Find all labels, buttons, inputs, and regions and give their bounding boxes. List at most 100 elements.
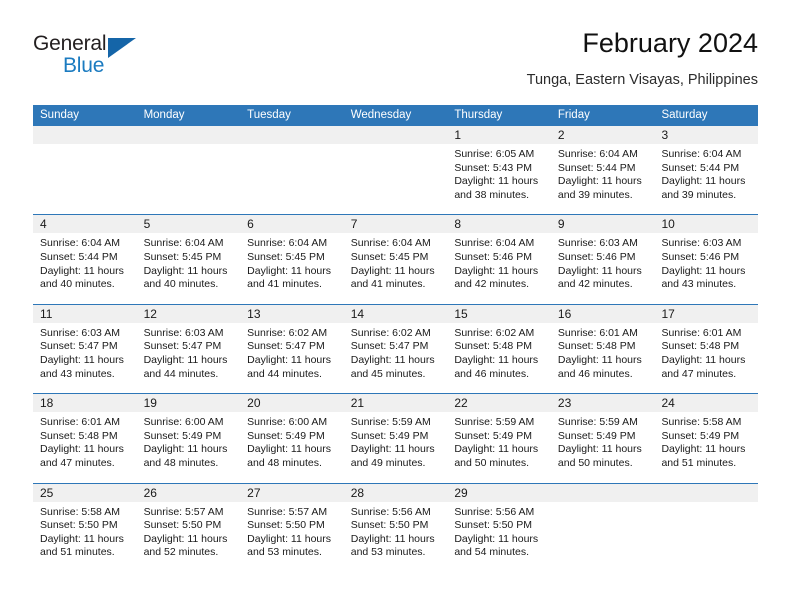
- daylight-text-line1: Daylight: 11 hours: [143, 443, 228, 456]
- calendar-day-cell[interactable]: 17 Sunrise: 6:01 AM Sunset: 5:48 PM Dayligh…: [654, 304, 759, 393]
- daylight-text-line2: and 45 minutes.: [350, 367, 426, 380]
- calendar-day-cell[interactable]: 1 Sunrise: 6:05 AM Sunset: 5:43 PM Daylight…: [447, 126, 551, 214]
- day-number: 10: [654, 215, 759, 234]
- page-title: February 2024: [582, 28, 758, 58]
- calendar-day-cell[interactable]: 18 Sunrise: 6:01 AM Sunset: 5:48 PM Dayligh…: [33, 394, 137, 482]
- page-header: General Blue February 2024 Tunga, Easter…: [33, 28, 758, 96]
- sunset-text: Sunset: 5:46 PM: [661, 250, 740, 263]
- day-number: 9: [550, 215, 655, 234]
- calendar-day-cell[interactable]: 16 Sunrise: 6:01 AM Sunset: 5:48 PM Dayligh…: [550, 304, 655, 393]
- calendar-day-cell[interactable]: 21 Sunrise: 5:59 AM Sunset: 5:49 PM Dayligh…: [343, 394, 448, 482]
- sunrise-text: Sunrise: 5:58 AM: [40, 505, 120, 518]
- calendar-day-cell[interactable]: 23 Sunrise: 5:59 AM Sunset: 5:49 PM Dayligh…: [550, 394, 655, 482]
- sunrise-text: Sunrise: 6:04 AM: [143, 237, 224, 250]
- day-sun-info: Sunrise: 6:03 AM Sunset: 5:46 PM Daylight:…: [551, 233, 655, 291]
- day-sun-info: Sunrise: 6:02 AM Sunset: 5:47 PM Daylight:…: [344, 323, 448, 381]
- day-sun-info: Sunrise: 5:57 AM Sunset: 5:50 PM Daylight:…: [240, 502, 344, 560]
- sunrise-text: Sunrise: 5:59 AM: [557, 416, 638, 429]
- calendar-day-cell[interactable]: 25 Sunrise: 5:58 AM Sunset: 5:50 PM Dayligh…: [33, 483, 137, 572]
- daylight-text-line2: and 50 minutes.: [454, 456, 530, 469]
- day-sun-info: Sunrise: 5:59 AM Sunset: 5:49 PM Daylight:…: [344, 412, 448, 470]
- day-number: 11: [33, 304, 137, 323]
- calendar-day-cell[interactable]: 27 Sunrise: 5:57 AM Sunset: 5:50 PM Dayligh…: [240, 483, 344, 572]
- sunrise-text: Sunrise: 5:56 AM: [454, 505, 535, 518]
- calendar-day-cell[interactable]: 8 Sunrise: 6:04 AM Sunset: 5:46 PM Daylight…: [447, 215, 551, 303]
- daylight-text-line2: and 43 minutes.: [40, 367, 115, 380]
- day-number: 12: [136, 304, 241, 323]
- calendar-day-cell[interactable]: 9 Sunrise: 6:03 AM Sunset: 5:46 PM Daylight…: [550, 215, 655, 303]
- calendar-day-cell[interactable]: 20 Sunrise: 6:00 AM Sunset: 5:49 PM Dayligh…: [240, 394, 344, 482]
- daylight-text-line2: and 41 minutes.: [350, 278, 426, 291]
- day-sun-info: Sunrise: 6:04 AM Sunset: 5:45 PM Daylight:…: [137, 233, 241, 291]
- calendar-day-cell[interactable]: 11 Sunrise: 6:03 AM Sunset: 5:47 PM Dayligh…: [33, 304, 137, 393]
- daylight-text-line2: and 47 minutes.: [40, 456, 115, 469]
- sunrise-text: Sunrise: 6:00 AM: [247, 416, 328, 429]
- daylight-text-line2: and 54 minutes.: [454, 546, 530, 559]
- weekday-header-sunday: Sunday: [40, 109, 80, 121]
- calendar-day-cell[interactable]: 13 Sunrise: 6:02 AM Sunset: 5:47 PM Dayligh…: [240, 304, 344, 393]
- calendar-day-cell[interactable]: 7 Sunrise: 6:04 AM Sunset: 5:45 PM Daylight…: [343, 215, 448, 303]
- calendar-day-cell[interactable]: 14 Sunrise: 6:02 AM Sunset: 5:47 PM Dayligh…: [343, 304, 448, 393]
- sunset-text: Sunset: 5:43 PM: [454, 161, 532, 174]
- sunset-text: Sunset: 5:49 PM: [247, 429, 325, 442]
- day-number: 5: [136, 215, 241, 234]
- weekday-header-saturday: Saturday: [661, 109, 708, 121]
- sunrise-text: Sunrise: 6:04 AM: [350, 237, 431, 250]
- daylight-text-line1: Daylight: 11 hours: [661, 175, 746, 188]
- daylight-text-line2: and 42 minutes.: [557, 278, 633, 291]
- calendar-day-cell[interactable]: 28 Sunrise: 5:56 AM Sunset: 5:50 PM Dayligh…: [343, 483, 448, 572]
- sunset-text: Sunset: 5:44 PM: [40, 250, 118, 263]
- daylight-text-line1: Daylight: 11 hours: [557, 264, 642, 277]
- day-number: 6: [240, 215, 344, 234]
- sunrise-text: Sunrise: 6:03 AM: [143, 326, 224, 339]
- day-sun-info: Sunrise: 6:03 AM Sunset: 5:46 PM Daylight:…: [654, 233, 758, 291]
- calendar-day-cell[interactable]: 24 Sunrise: 5:58 AM Sunset: 5:49 PM Dayligh…: [654, 394, 759, 482]
- day-number: 1: [447, 126, 551, 144]
- calendar-day-cell[interactable]: 12 Sunrise: 6:03 AM Sunset: 5:47 PM Dayligh…: [136, 304, 241, 393]
- day-sun-info: Sunrise: 5:58 AM Sunset: 5:50 PM Daylight:…: [33, 502, 137, 560]
- calendar-day-cell-empty: [654, 483, 759, 572]
- calendar-day-cell[interactable]: 3 Sunrise: 6:04 AM Sunset: 5:44 PM Daylight…: [654, 126, 759, 214]
- daylight-text-line1: Daylight: 11 hours: [661, 443, 746, 456]
- sunset-text: Sunset: 5:50 PM: [350, 519, 429, 532]
- daylight-text-line1: Daylight: 11 hours: [40, 532, 124, 545]
- calendar-weeks: 1 Sunrise: 6:05 AM Sunset: 5:43 PM Daylight…: [33, 126, 759, 572]
- calendar-day-cell[interactable]: 29 Sunrise: 5:56 AM Sunset: 5:50 PM Dayligh…: [447, 483, 551, 572]
- daylight-text-line1: Daylight: 11 hours: [247, 264, 332, 277]
- daylight-text-line2: and 53 minutes.: [247, 546, 322, 559]
- logo-text-general: General: [33, 32, 107, 55]
- calendar-day-cell[interactable]: 22 Sunrise: 5:59 AM Sunset: 5:49 PM Dayligh…: [447, 394, 551, 482]
- calendar-day-cell[interactable]: 4 Sunrise: 6:04 AM Sunset: 5:44 PM Daylight…: [33, 215, 137, 303]
- day-number: 28: [343, 483, 448, 502]
- sunset-text: Sunset: 5:46 PM: [454, 250, 532, 263]
- daylight-text-line1: Daylight: 11 hours: [557, 175, 642, 188]
- sunrise-text: Sunrise: 6:03 AM: [557, 237, 638, 250]
- sunrise-text: Sunrise: 6:02 AM: [454, 326, 535, 339]
- calendar-day-cell[interactable]: 6 Sunrise: 6:04 AM Sunset: 5:45 PM Daylight…: [240, 215, 344, 303]
- daylight-text-line2: and 44 minutes.: [143, 367, 219, 380]
- day-sun-info: Sunrise: 6:03 AM Sunset: 5:47 PM Daylight:…: [137, 323, 241, 381]
- sunrise-text: Sunrise: 6:02 AM: [247, 326, 328, 339]
- day-number: [240, 126, 344, 144]
- calendar-day-cell[interactable]: 26 Sunrise: 5:57 AM Sunset: 5:50 PM Dayligh…: [136, 483, 241, 572]
- daylight-text-line1: Daylight: 11 hours: [247, 532, 332, 545]
- daylight-text-line2: and 46 minutes.: [454, 367, 530, 380]
- day-number: [136, 126, 241, 144]
- daylight-text-line2: and 39 minutes.: [557, 188, 633, 201]
- weekday-header-row: Sunday Monday Tuesday Wednesday Thursday…: [33, 105, 758, 126]
- calendar-day-cell[interactable]: 2 Sunrise: 6:04 AM Sunset: 5:44 PM Daylight…: [550, 126, 655, 214]
- calendar-day-cell[interactable]: 10 Sunrise: 6:03 AM Sunset: 5:46 PM Dayligh…: [654, 215, 759, 303]
- daylight-text-line1: Daylight: 11 hours: [454, 532, 539, 545]
- daylight-text-line1: Daylight: 11 hours: [247, 443, 332, 456]
- day-number: 14: [343, 304, 448, 323]
- calendar-week-row: 25 Sunrise: 5:58 AM Sunset: 5:50 PM Dayligh…: [33, 482, 759, 572]
- calendar-day-cell[interactable]: 19 Sunrise: 6:00 AM Sunset: 5:49 PM Dayligh…: [136, 394, 241, 482]
- sunset-text: Sunset: 5:48 PM: [454, 340, 532, 353]
- logo-triangle-icon: [108, 38, 136, 58]
- general-blue-logo: General Blue: [33, 32, 153, 82]
- calendar-day-cell[interactable]: 5 Sunrise: 6:04 AM Sunset: 5:45 PM Daylight…: [136, 215, 241, 303]
- day-sun-info: Sunrise: 5:58 AM Sunset: 5:49 PM Daylight:…: [654, 412, 758, 470]
- calendar-day-cell[interactable]: 15 Sunrise: 6:02 AM Sunset: 5:48 PM Dayligh…: [447, 304, 551, 393]
- sunset-text: Sunset: 5:45 PM: [247, 250, 325, 263]
- day-sun-info: Sunrise: 6:01 AM Sunset: 5:48 PM Daylight:…: [654, 323, 758, 381]
